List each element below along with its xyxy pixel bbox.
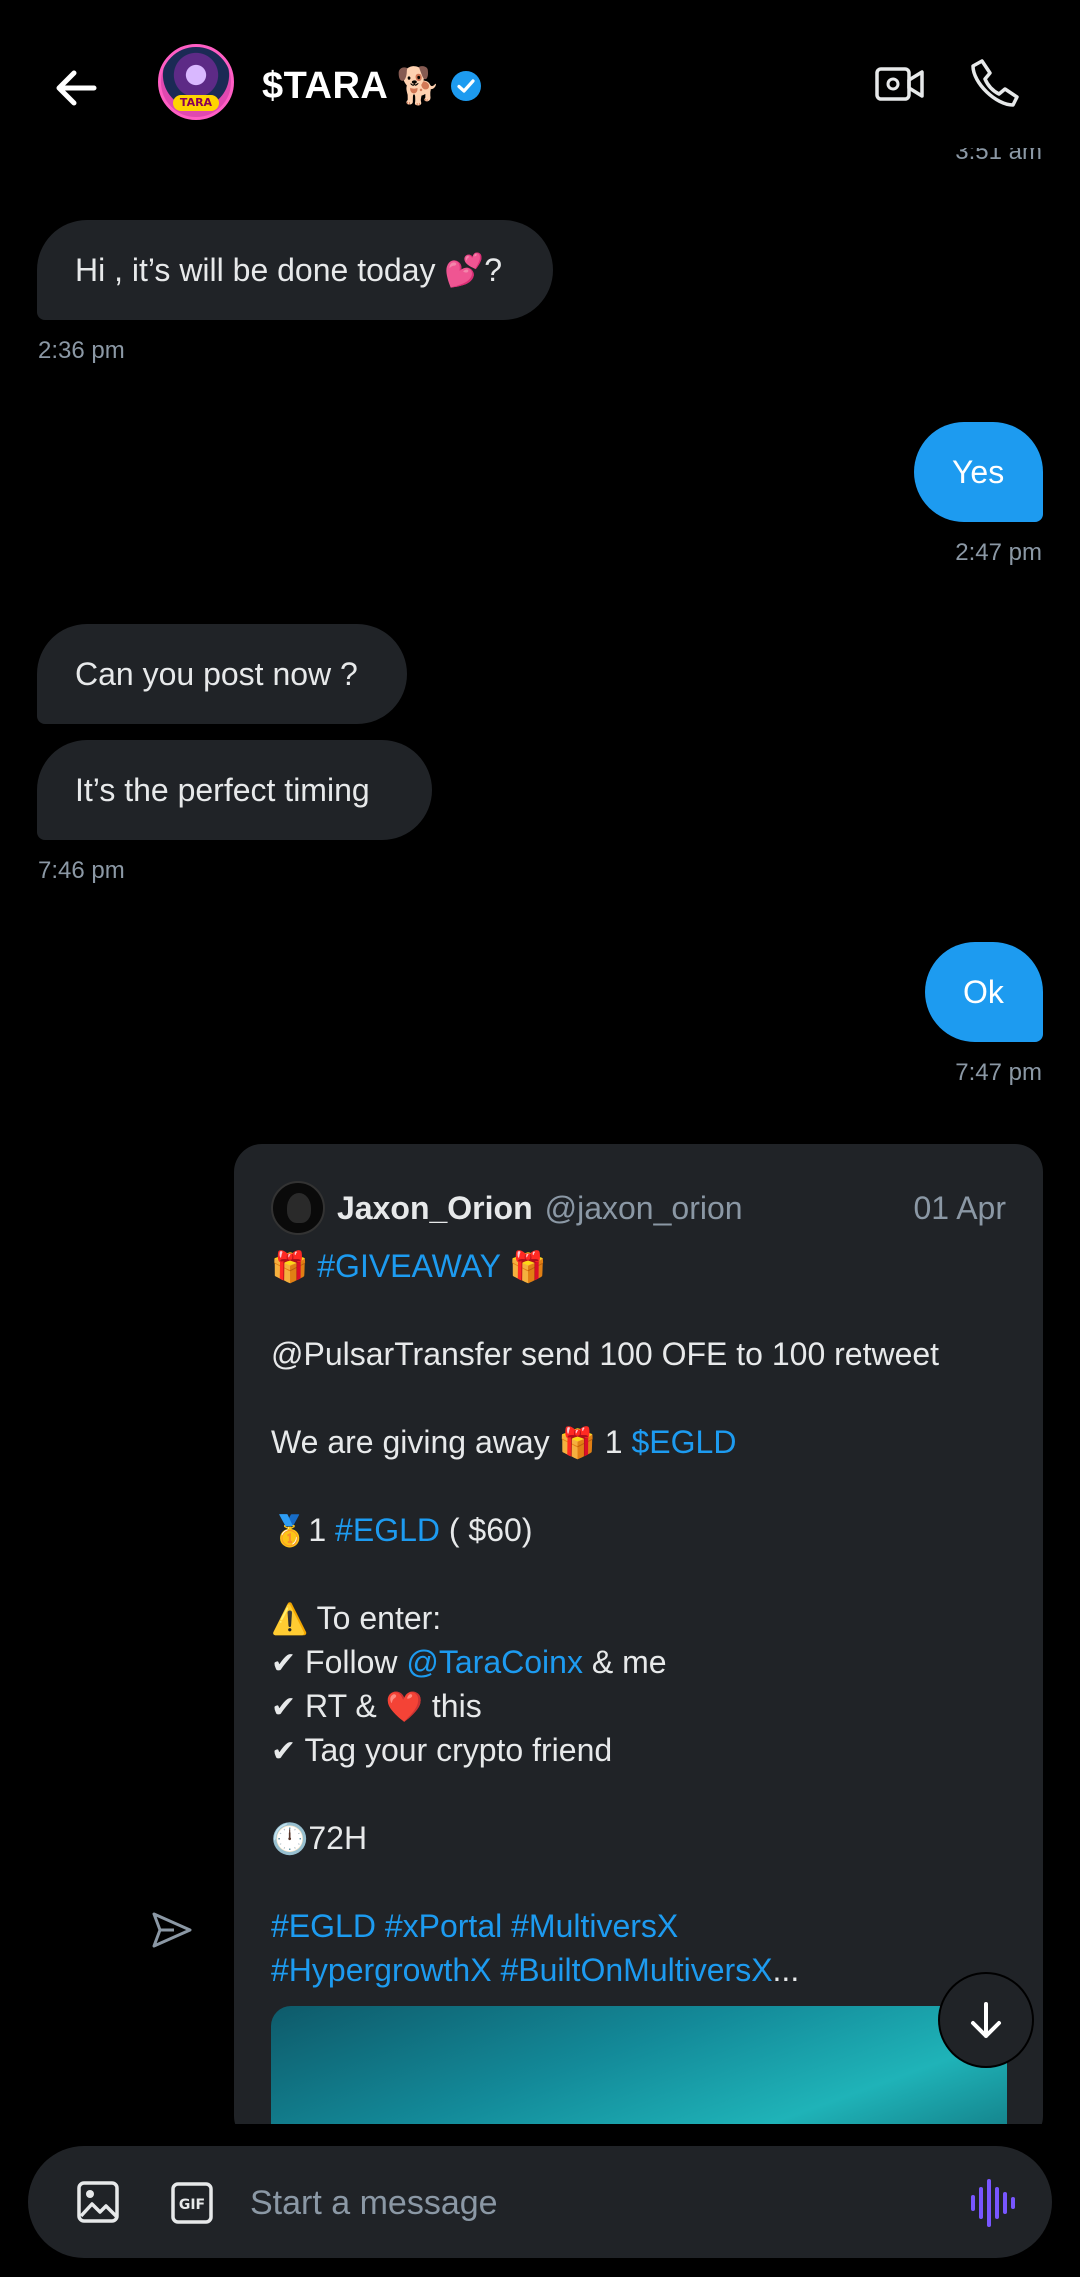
gift-emoji: 🎁 [509, 1250, 547, 1285]
avatar[interactable]: TARA [158, 44, 234, 120]
gif-icon[interactable]: GIF [170, 2181, 214, 2225]
gift-emoji: 🎁 [271, 1250, 309, 1285]
tweet-text-segment: To enter: [308, 1600, 442, 1636]
avatar-tag: TARA [173, 95, 219, 111]
svg-text:GIF: GIF [179, 2197, 205, 2213]
tweet-line-prize: 🥇1 #EGLD ( $60) [271, 1508, 1011, 1552]
timestamp: 3:51 am [955, 138, 1042, 165]
hashtag-link[interactable]: #GIVEAWAY [317, 1248, 500, 1284]
tweet-line-tag: ✔ Tag your crypto friend [271, 1728, 1011, 1772]
verified-badge-icon [451, 71, 482, 101]
scroll-to-bottom-button[interactable] [940, 1974, 1032, 2066]
message-bubble-incoming[interactable]: Can you post now ? [37, 624, 407, 724]
tweet-line-giving: We are giving away 🎁 1 $EGLD [271, 1420, 1011, 1464]
tweet-text-segment: & me [582, 1644, 667, 1680]
tweet-header: Jaxon_Orion @jaxon_orion 01 Apr [271, 1180, 1006, 1236]
dog-emoji: 🐕 [396, 66, 442, 107]
timestamp: 2:47 pm [955, 539, 1042, 566]
tweet-author-handle[interactable]: @jaxon_orion [545, 1190, 743, 1227]
check-icon: ✔ [271, 1734, 297, 1769]
tweet-text: 🎁 #GIVEAWAY 🎁 @PulsarTransfer send 100 O… [271, 1244, 1011, 1992]
tweet-text-segment: 1 [308, 1512, 336, 1548]
timestamp: 7:47 pm [955, 1059, 1042, 1086]
send-icon[interactable] [150, 1908, 194, 1952]
phone-icon[interactable] [968, 56, 1022, 110]
arrow-down-icon [971, 2002, 1001, 2038]
mention-link[interactable]: @TaraCoinx [406, 1644, 583, 1680]
timestamp: 7:46 pm [38, 857, 125, 884]
conversation-title[interactable]: $TARA 🐕 [262, 58, 483, 114]
hashtag-link[interactable]: #EGLD [335, 1512, 440, 1548]
tweet-text-segment: ( $60) [439, 1512, 533, 1548]
gift-emoji: 🎁 [558, 1426, 596, 1461]
voice-wave-icon[interactable] [968, 2178, 1018, 2228]
timestamp: 2:36 pm [38, 337, 125, 364]
page-title: $TARA [262, 64, 389, 107]
tweet-text-segment: 72H [308, 1820, 368, 1856]
tweet-line-pulsar: @PulsarTransfer send 100 OFE to 100 retw… [271, 1336, 940, 1372]
message-bubble-outgoing[interactable]: Yes [914, 422, 1043, 522]
tweet-date: 01 Apr [913, 1189, 1006, 1226]
cashtag-link[interactable]: $EGLD [631, 1424, 736, 1460]
tweet-text-segment: Follow [296, 1644, 407, 1680]
tweet-text-segment: We are giving away [271, 1424, 550, 1460]
clock-emoji: 🕛 [271, 1822, 309, 1857]
message-bubble-incoming[interactable]: It’s the perfect timing [37, 740, 432, 840]
quoted-tweet-card[interactable]: Jaxon_Orion @jaxon_orion 01 Apr 🎁 #GIVEA… [234, 1144, 1043, 2144]
tweet-text-segment: this [423, 1688, 482, 1724]
message-bubble-outgoing[interactable]: Ok [925, 942, 1043, 1042]
chat-header: TARA $TARA 🐕 3:51 am [0, 0, 1080, 170]
tweet-author-avatar[interactable] [271, 1181, 325, 1235]
tweet-text-segment: 1 [595, 1424, 632, 1460]
tweet-line-follow: ✔ Follow @TaraCoinx & me [271, 1640, 1011, 1684]
warning-emoji: ⚠️ [271, 1602, 309, 1637]
tweet-line-to-enter: ⚠️ To enter: [271, 1596, 1011, 1640]
hashtag-link[interactable]: #HypergrowthX #BuiltOnMultiversX [271, 1952, 773, 1988]
message-input[interactable] [248, 2170, 932, 2236]
tweet-line-rt: ✔ RT & ❤️ this [271, 1684, 1011, 1728]
video-camera-icon[interactable] [874, 58, 926, 110]
check-icon: ✔ [271, 1690, 297, 1725]
medal-emoji: 🥇 [271, 1514, 309, 1549]
tweet-line-hashtags: #HypergrowthX #BuiltOnMultiversX... [271, 1948, 1011, 1992]
tweet-line-duration: 🕛72H [271, 1816, 1011, 1860]
hashtag-link[interactable]: #EGLD #xPortal #MultiversX [271, 1904, 1011, 1948]
heart-emoji: ❤️ [385, 1690, 424, 1725]
check-icon: ✔ [271, 1646, 297, 1681]
arrow-left-icon[interactable] [48, 58, 108, 118]
tweet-text-segment: Tag your crypto friend [296, 1732, 613, 1768]
image-icon[interactable] [76, 2180, 120, 2224]
ellipsis: ... [772, 1952, 800, 1988]
tweet-author-name[interactable]: Jaxon_Orion [337, 1190, 533, 1227]
tweet-line-giveaway: 🎁 #GIVEAWAY 🎁 [271, 1244, 1011, 1288]
tweet-text-segment: RT & [296, 1688, 386, 1724]
message-bubble-incoming[interactable]: Hi , it’s will be done today 💕? [37, 220, 553, 320]
